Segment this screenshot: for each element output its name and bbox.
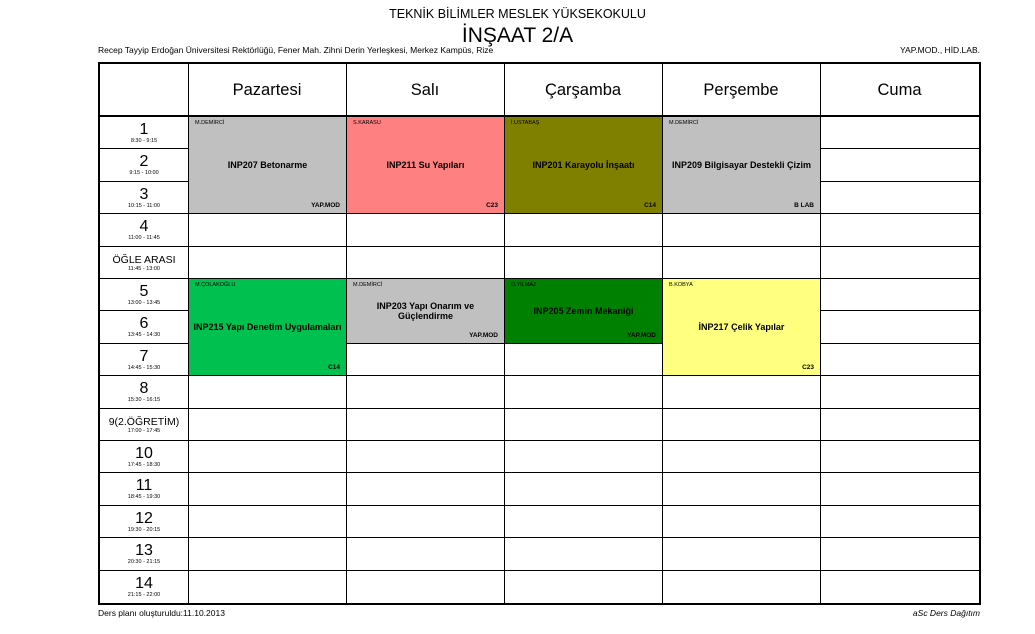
period-cell: 9(2.ÖĞRETİM) 17:00 - 17:45 [100, 416, 188, 435]
lesson-room: YAP.MOD [311, 202, 340, 210]
period-label: 1 [139, 121, 149, 138]
period-label: 9(2.ÖĞRETİM) [108, 415, 180, 428]
period-cell: 10 17:45 - 18:30 [100, 445, 188, 469]
row-divider [100, 569, 979, 571]
period-label: 11 [135, 477, 153, 495]
day-header: Salı [410, 80, 440, 99]
day-header: Cuma [877, 80, 922, 99]
row-divider [100, 245, 979, 247]
lesson-block[interactable]: M.DEMİRCİ INP209 Bilgisayar Destekli Çizi… [662, 116, 821, 215]
period-time: 18:45 - 19:30 [127, 494, 161, 501]
period-time: 17:00 - 17:45 [127, 427, 161, 434]
period-label: ÖĞLE ARASI [112, 253, 176, 266]
period-cell: 6 13:45 - 14:30 [100, 315, 188, 339]
lesson-name: INP201 Karayolu İnşaatı [532, 160, 635, 171]
period-time: 13:45 - 14:30 [127, 332, 161, 339]
period-time: 11:00 - 11:45 [128, 235, 160, 242]
created-date: Ders planı oluşturuldu:11.10.2013 [98, 608, 225, 618]
lesson-block[interactable]: M.ÇOLAKOĞLU INP215 Yapı Denetim Uygulamal… [188, 278, 347, 377]
period-label: 10 [135, 445, 153, 462]
lesson-room: C23 [486, 202, 498, 210]
period-cell: 1 8:30 - 9:15 [100, 121, 188, 145]
row-divider [100, 440, 979, 441]
period-time: 9:15 - 10:00 [129, 170, 159, 177]
period-cell: ÖĞLE ARASI 11:45 - 13:00 [100, 254, 188, 273]
period-label: 12 [135, 509, 153, 527]
period-label: 6 [139, 315, 149, 333]
row-divider [100, 537, 979, 539]
period-label: 13 [135, 542, 153, 560]
period-time: 20:30 - 21:15 [127, 559, 161, 566]
period-cell: 14 21:15 - 22:00 [100, 575, 188, 599]
period-cell: 12 19:30 - 20:15 [100, 510, 188, 534]
period-time: 10:15 - 11:00 [127, 202, 160, 209]
period-label: 3 [139, 185, 149, 203]
period-time: 14:45 - 15:30 [127, 364, 161, 371]
institution-address: Recep Tayyip Erdoğan Üniversitesi Rektör… [98, 45, 494, 55]
period-label: 4 [139, 218, 149, 236]
row-divider [100, 472, 979, 474]
day-header: Pazartesi [232, 80, 302, 99]
lesson-name: INP211 Su Yapıları [386, 160, 465, 171]
period-label: 14 [135, 574, 153, 592]
lesson-name: İNP217 Çelik Yapılar [698, 322, 785, 333]
period-time: 17:45 - 18:30 [127, 462, 161, 468]
school-name: TEKNİK BİLİMLER MESLEK YÜKSEKOKULU [389, 7, 646, 21]
software-credit: aSc Ders Dağıtım [912, 608, 980, 618]
timetable-grid: Pazartesi Salı Çarşamba Perşembe Cuma 1 8:30 -… [98, 62, 981, 605]
lesson-room: B LAB [794, 202, 814, 210]
period-time: 8:30 - 9:15 [130, 138, 158, 144]
lesson-block[interactable]: S.KARASU INP211 Su Yapıları C23 [346, 116, 505, 215]
period-time: 21:15 - 22:00 [127, 591, 161, 598]
day-header: Çarşamba [544, 80, 622, 99]
row-divider [100, 504, 979, 506]
period-time: 19:30 - 20:15 [127, 526, 161, 533]
period-cell: 7 14:45 - 15:30 [100, 348, 188, 372]
lesson-block[interactable]: İ.USTABAŞ INP201 Karayolu İnşaatı C14 [504, 116, 663, 215]
lesson-room: C14 [644, 202, 656, 210]
period-label: 5 [139, 283, 149, 300]
period-cell: 4 11:00 - 11:45 [100, 218, 188, 242]
lesson-block[interactable]: D.YILMAZ INP205 Zemin Mekaniği YAP.MOD [504, 278, 663, 344]
rooms-label: YAP.MOD., HİD.LAB. [900, 45, 980, 55]
period-time: 13:00 - 13:45 [127, 300, 161, 306]
lesson-block[interactable]: M.DEMİRCİ INP207 Betonarme YAP.MOD [188, 116, 347, 215]
period-cell: 11 18:45 - 19:30 [100, 477, 188, 501]
lesson-room: YAP.MOD [627, 331, 656, 339]
lesson-name: INP209 Bilgisayar Destekli Çizim [671, 160, 812, 171]
lesson-room: C14 [328, 364, 340, 372]
lesson-name: INP207 Betonarme [227, 160, 308, 171]
lesson-block[interactable]: M.DEMİRCİ INP203 Yapı Onarım ve Güçlendir… [346, 278, 505, 344]
lesson-room: C23 [802, 364, 814, 372]
period-time: 15:30 - 16:15 [127, 397, 161, 404]
period-cell: 13 20:30 - 21:15 [100, 542, 188, 566]
period-cell: 3 10:15 - 11:00 [100, 186, 188, 210]
row-divider [100, 407, 979, 409]
day-header: Perşembe [703, 80, 779, 99]
lesson-name: INP215 Yapı Denetim Uygulamaları [193, 322, 342, 333]
period-time: 11:45 - 13:00 [127, 265, 160, 272]
period-cell: 5 13:00 - 13:45 [100, 283, 188, 307]
period-label: 7 [139, 347, 149, 365]
period-cell: 8 15:30 - 16:15 [100, 380, 188, 404]
period-label: 8 [139, 380, 149, 398]
lesson-room: YAP.MOD [469, 331, 498, 339]
period-label: 2 [139, 153, 149, 171]
lesson-block[interactable]: B.KOBYA İNP217 Çelik Yapılar C23 [662, 278, 821, 377]
period-cell: 2 9:15 - 10:00 [100, 153, 188, 177]
